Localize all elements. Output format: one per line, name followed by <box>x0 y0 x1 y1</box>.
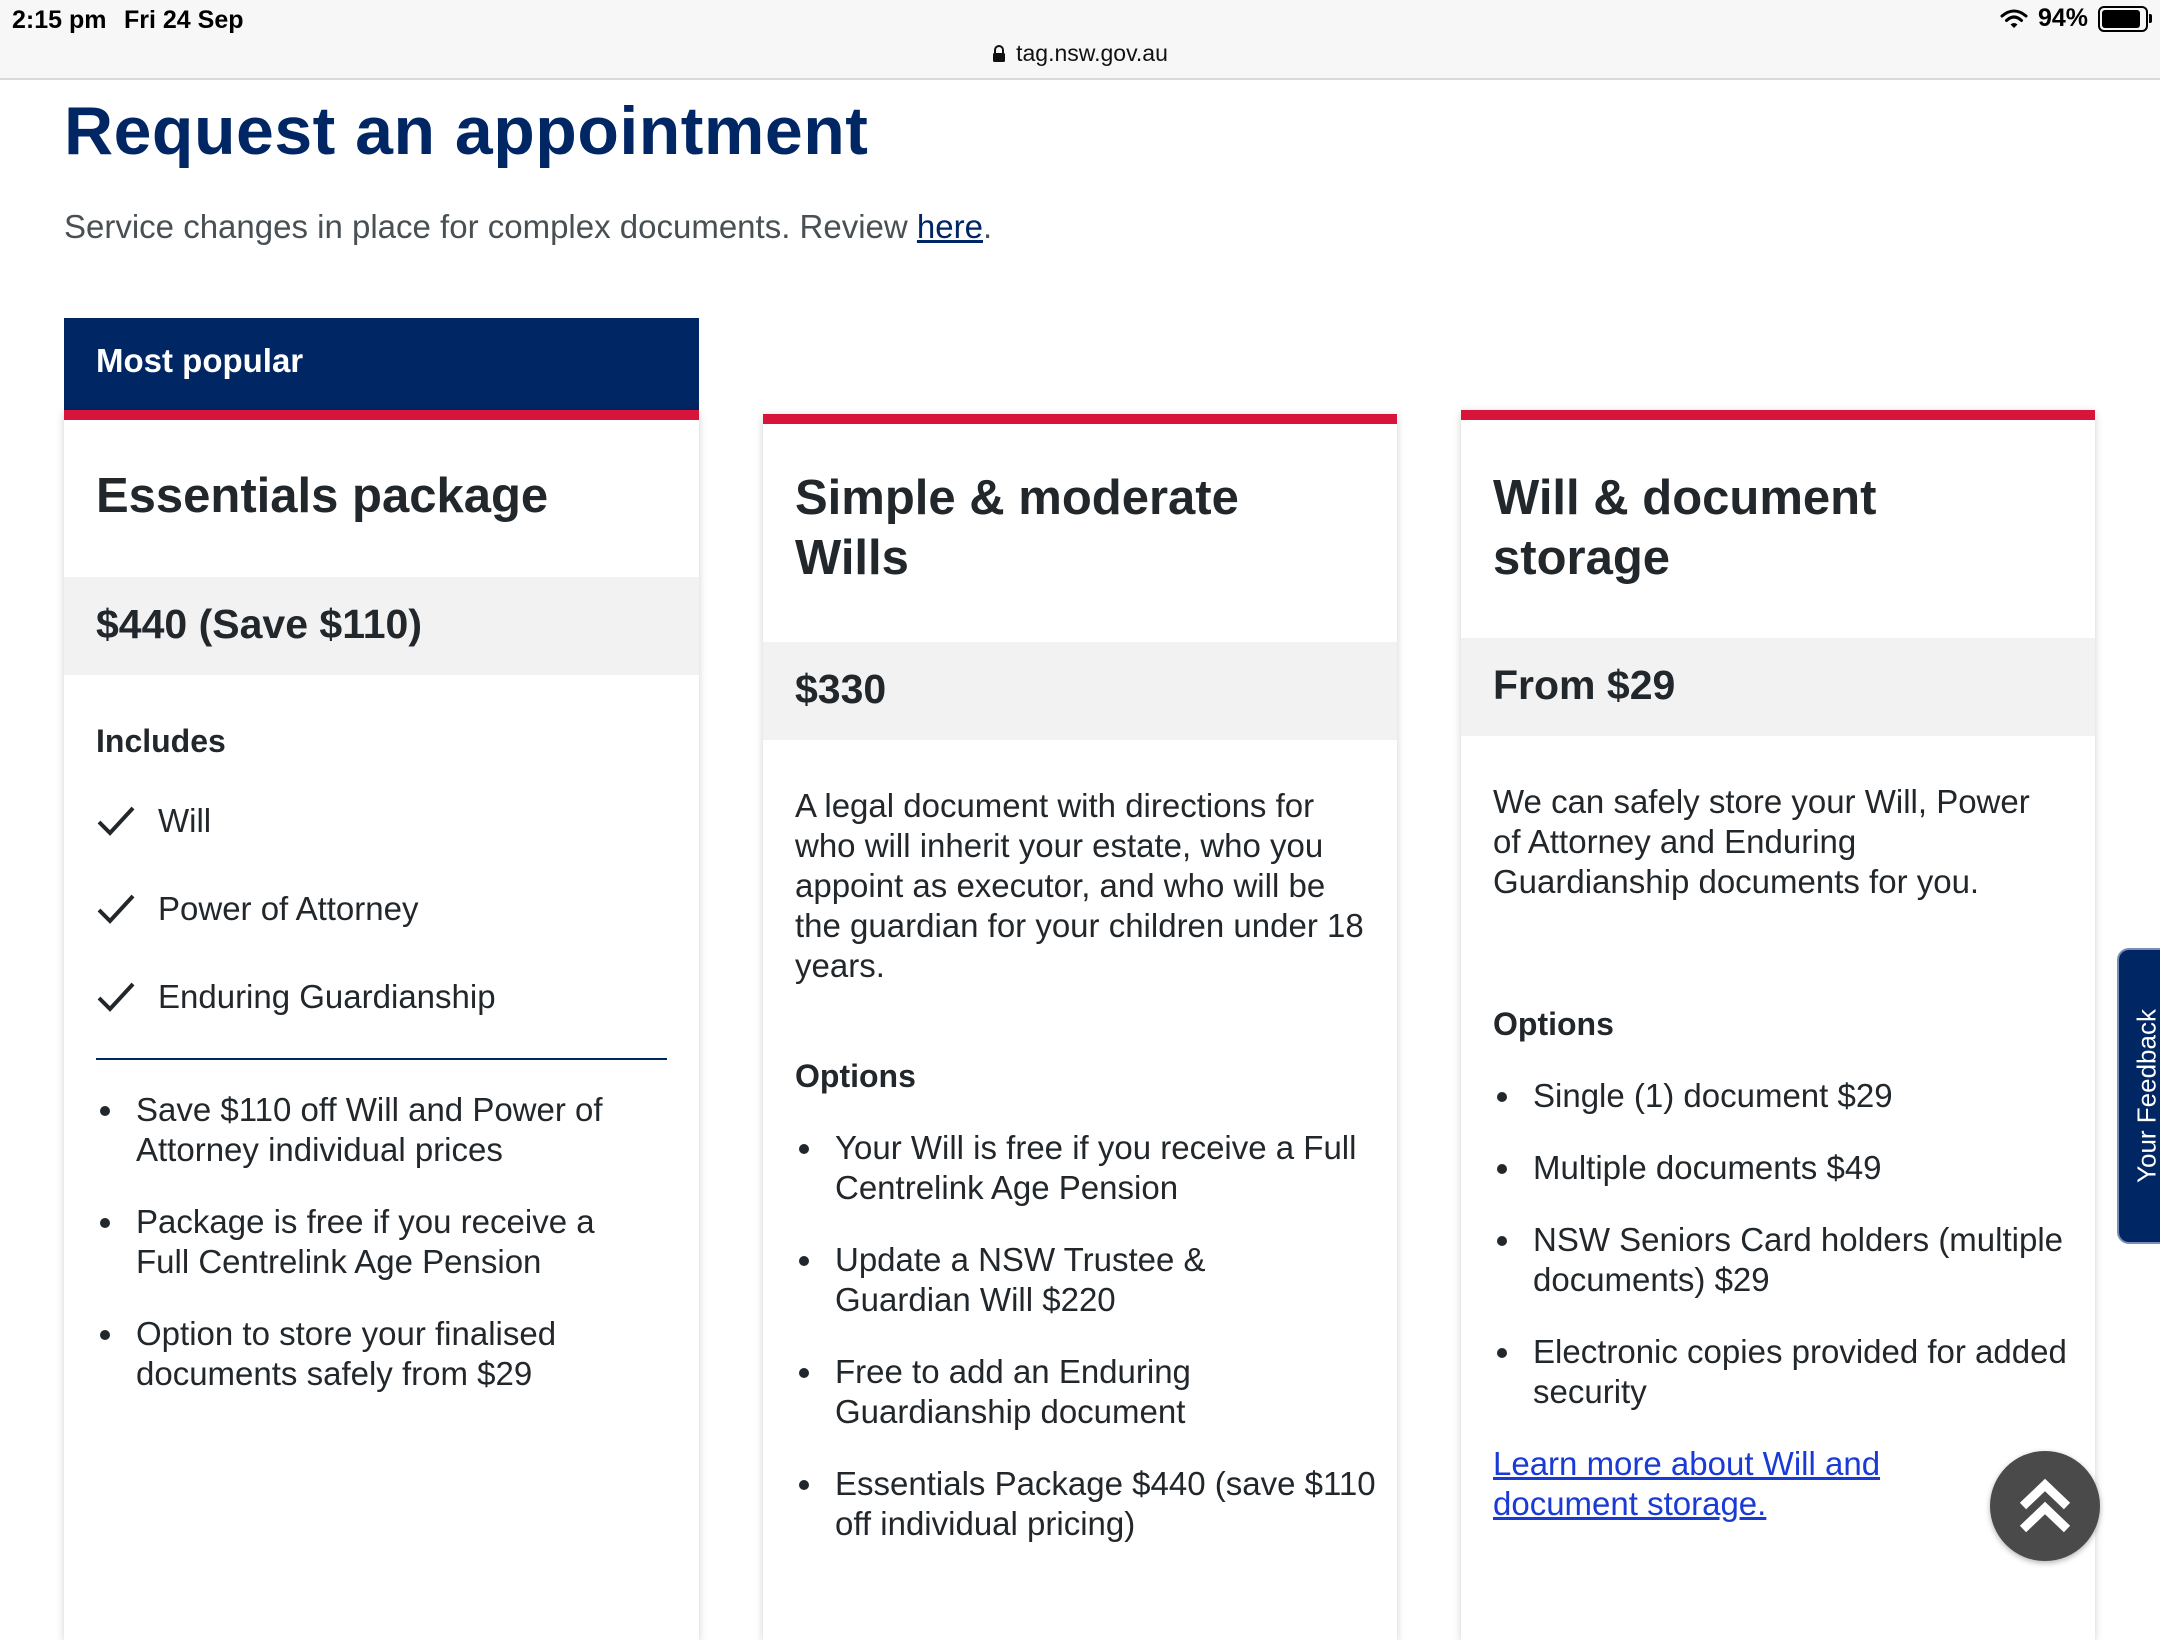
card-title: Essentials package <box>96 466 548 526</box>
list-item: Essentials Package $440 (save $110 off i… <box>795 1464 1377 1544</box>
price-panel: From $29 <box>1461 638 2095 736</box>
battery-percent: 94% <box>2038 4 2088 33</box>
price-panel: $440 (Save $110) <box>64 577 699 675</box>
back-to-top-button[interactable] <box>1990 1451 2100 1561</box>
check-icon <box>96 804 136 838</box>
learn-more-link[interactable]: Learn more about Will and document stora… <box>1493 1444 1935 1524</box>
most-popular-label: Most popular <box>96 342 303 380</box>
page-title: Request an appointment <box>64 92 868 170</box>
list-item: Electronic copies provided for added sec… <box>1493 1332 2075 1412</box>
lock-icon <box>992 45 1006 63</box>
notice-end: . <box>983 208 992 245</box>
options-list: Single (1) document $29 Multiple documen… <box>1493 1076 2075 1412</box>
check-icon <box>96 980 136 1014</box>
list-item: Package is free if you receive a Full Ce… <box>96 1202 679 1282</box>
status-date: Fri 24 Sep <box>124 6 244 35</box>
price: $440 (Save $110) <box>96 601 422 648</box>
address-bar[interactable]: tag.nsw.gov.au <box>0 40 2160 67</box>
most-popular-banner: Most popular <box>64 318 699 410</box>
list-item: Your Will is free if you receive a Full … <box>795 1128 1377 1208</box>
include-label: Power of Attorney <box>158 890 418 928</box>
service-notice: Service changes in place for complex doc… <box>64 208 992 246</box>
card-title-line: Wills <box>795 531 909 585</box>
wifi-icon <box>2000 8 2028 30</box>
price: $330 <box>795 666 886 713</box>
notice-text: Service changes in place for complex doc… <box>64 208 917 245</box>
card-accent-bar <box>64 410 699 420</box>
include-item: Enduring Guardianship <box>96 972 496 1022</box>
wills-card: Simple & moderate Wills $330 A legal doc… <box>763 414 1397 1640</box>
card-title-line: Will & document <box>1493 471 1876 525</box>
status-bar: 2:15 pm Fri 24 Sep tag.nsw.gov.au 94% <box>0 0 2160 80</box>
divider <box>96 1058 667 1060</box>
list-item: Option to store your finalised documents… <box>96 1314 679 1394</box>
options-heading: Options <box>795 1058 916 1095</box>
options-list: Your Will is free if you receive a Full … <box>795 1128 1377 1544</box>
list-item: Free to add an Enduring Guardianship doc… <box>795 1352 1377 1432</box>
include-item: Will <box>96 796 211 846</box>
status-time: 2:15 pm <box>12 6 106 35</box>
card-title: Simple & moderate Wills <box>795 468 1239 588</box>
includes-heading: Includes <box>96 723 226 760</box>
include-label: Enduring Guardianship <box>158 978 496 1016</box>
feedback-label: Your Feedback <box>2132 1009 2160 1183</box>
storage-card: Will & document storage From $29 We can … <box>1461 410 2095 1640</box>
list-item: Update a NSW Trustee & Guardian Will $22… <box>795 1240 1377 1320</box>
include-label: Will <box>158 802 211 840</box>
battery-icon <box>2098 6 2148 32</box>
list-item: Save $110 off Will and Power of Attorney… <box>96 1090 679 1170</box>
feedback-tab[interactable]: Your Feedback <box>2117 948 2160 1244</box>
card-title: Will & document storage <box>1493 468 1876 588</box>
description: A legal document with directions for who… <box>795 786 1369 986</box>
card-accent-bar <box>763 414 1397 424</box>
price-panel: $330 <box>763 642 1397 740</box>
card-accent-bar <box>1461 410 2095 420</box>
include-item: Power of Attorney <box>96 884 418 934</box>
list-item: Multiple documents $49 <box>1493 1148 2075 1188</box>
essentials-package-card: Essentials package $440 (Save $110) Incl… <box>64 410 699 1640</box>
check-icon <box>96 892 136 926</box>
list-item: Single (1) document $29 <box>1493 1076 2075 1116</box>
url-text: tag.nsw.gov.au <box>1016 40 1168 66</box>
description: We can safely store your Will, Power of … <box>1493 782 2045 902</box>
card-title-line: Simple & moderate <box>795 471 1239 525</box>
list-item: NSW Seniors Card holders (multiple docum… <box>1493 1220 2075 1300</box>
card-title-line: storage <box>1493 531 1670 585</box>
notice-link[interactable]: here <box>917 208 983 245</box>
options-heading: Options <box>1493 1006 1614 1043</box>
price: From $29 <box>1493 662 1675 709</box>
benefits-list: Save $110 off Will and Power of Attorney… <box>96 1090 679 1394</box>
double-chevron-up-icon <box>2017 1476 2073 1536</box>
